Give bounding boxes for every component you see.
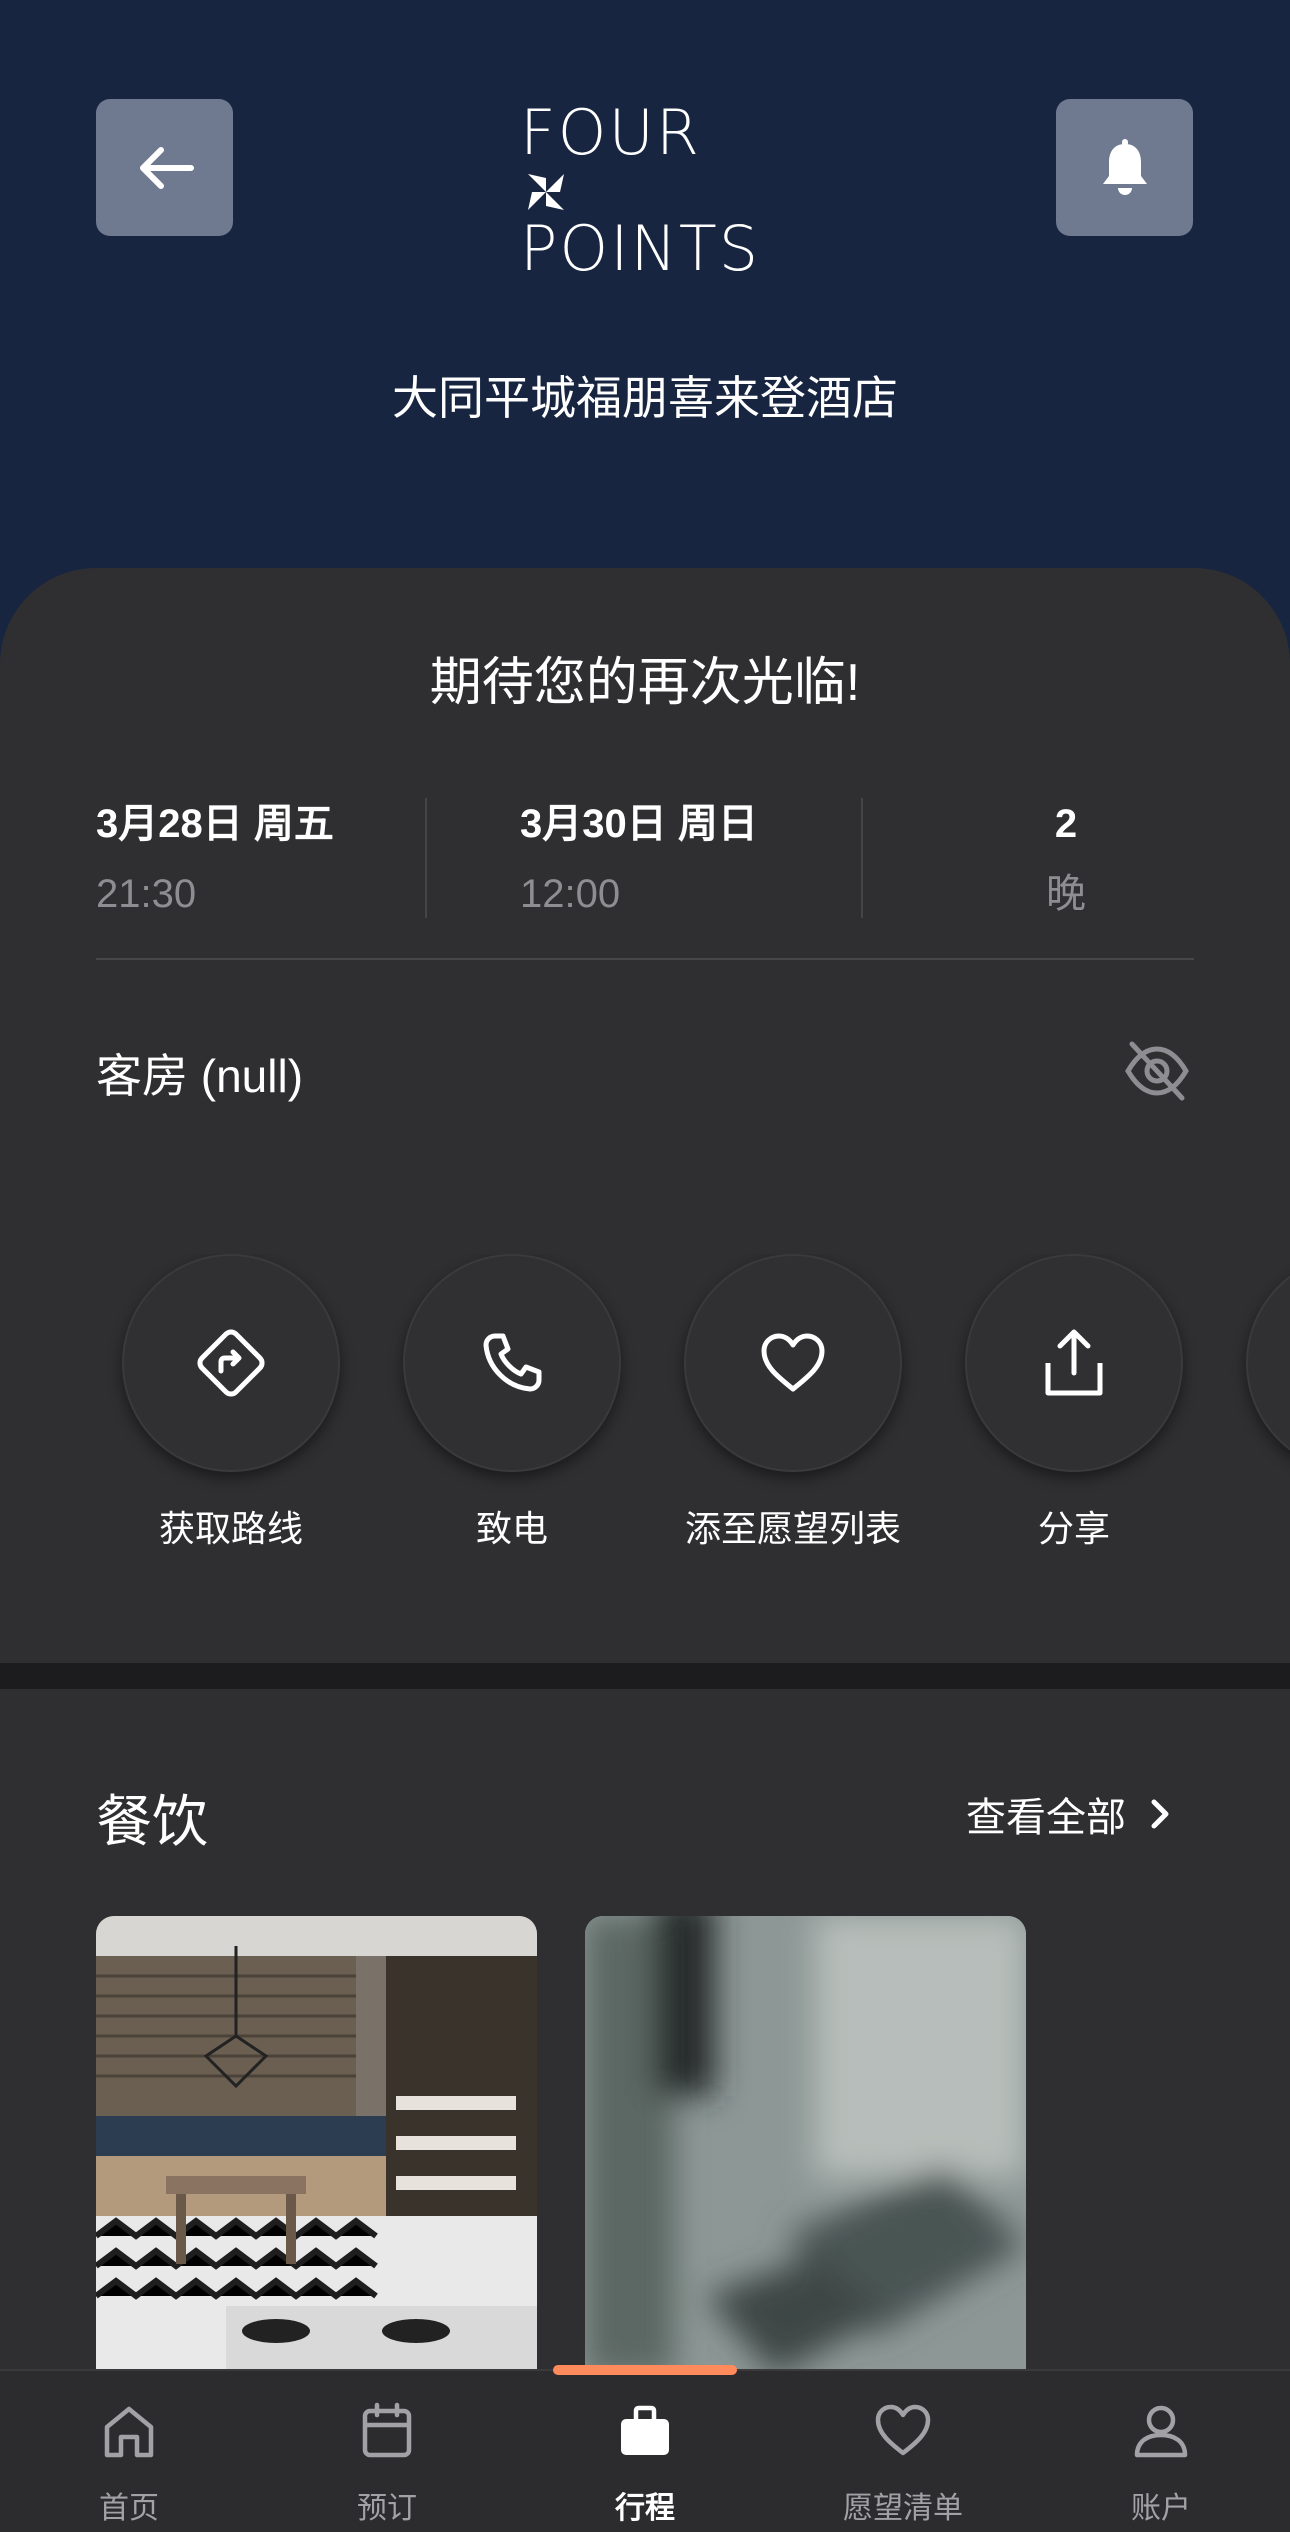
bottom-tab-bar: 首页 预订 行程 愿望清单 账户 xyxy=(0,2365,1290,2532)
more-action-button[interactable] xyxy=(1246,1254,1290,1472)
directions-label: 获取路线 xyxy=(158,1508,303,1549)
restaurant-photo xyxy=(96,1916,537,2376)
dining-section: 餐饮 查看全部 xyxy=(0,1689,1290,2376)
directions-action[interactable]: 获取路线 xyxy=(81,1254,381,1552)
tab-trips-label: 行程 xyxy=(615,2492,675,2525)
chevron-right-icon xyxy=(1151,1799,1169,1829)
tab-account[interactable]: 账户 xyxy=(1032,2371,1290,2532)
logo-line-2: POINTS xyxy=(520,212,761,285)
more-action[interactable] xyxy=(1205,1254,1290,1472)
bar-card-image[interactable] xyxy=(585,1916,1026,2376)
calendar-icon xyxy=(362,2402,412,2458)
arrow-left-icon xyxy=(139,146,194,189)
tab-wishlist[interactable]: 愿望清单 xyxy=(774,2371,1032,2532)
tab-home-label: 首页 xyxy=(99,2492,159,2525)
tab-home[interactable]: 首页 xyxy=(0,2371,258,2532)
checkin-info: 3月28日 周五 21:30 xyxy=(96,796,426,928)
checkin-date: 3月28日 周五 xyxy=(96,802,334,846)
four-points-logo: FOUR POINTS xyxy=(520,102,770,280)
checkout-info: 3月30日 周日 12:00 xyxy=(520,796,850,928)
welcome-message: 期待您的再次光临! xyxy=(429,654,861,712)
room-label: 客房 (null) xyxy=(96,1050,304,1102)
view-all-label: 查看全部 xyxy=(966,1796,1126,1840)
stay-card: 期待您的再次光临! 3月28日 周五 21:30 3月30日 周日 12:00 … xyxy=(0,568,1290,1663)
notifications-button[interactable] xyxy=(1056,99,1193,236)
briefcase-icon xyxy=(621,2405,669,2455)
tab-trips[interactable]: 行程 xyxy=(516,2371,774,2532)
nights-count: 2 xyxy=(1054,802,1078,846)
wishlist-label: 添至愿望列表 xyxy=(684,1508,901,1549)
phone-icon xyxy=(483,1333,542,1392)
checkout-date: 3月30日 周日 xyxy=(520,802,758,846)
restaurant-card-image[interactable] xyxy=(96,1916,537,2376)
divider xyxy=(861,798,863,918)
bell-icon xyxy=(1102,138,1147,195)
hotel-name: 大同平城福朋喜来登酒店 xyxy=(392,372,898,424)
pinwheel-icon xyxy=(528,174,564,210)
quick-actions: 获取路线 致电 添至愿望列表 分享 xyxy=(0,1254,1290,1554)
wishlist-button[interactable] xyxy=(684,1254,902,1472)
divider xyxy=(425,798,427,918)
nights-label: 晚 xyxy=(1046,872,1086,916)
logo-line-1: FOUR xyxy=(520,102,770,220)
checkin-time: 21:30 xyxy=(96,872,197,916)
back-button[interactable] xyxy=(96,99,233,236)
wishlist-action[interactable]: 添至愿望列表 xyxy=(643,1254,943,1552)
call-label: 致电 xyxy=(475,1508,548,1549)
eye-off-icon[interactable] xyxy=(1124,1038,1190,1104)
share-label: 分享 xyxy=(1037,1508,1110,1549)
stay-summary: 3月28日 周五 21:30 3月30日 周日 12:00 2 晚 xyxy=(96,796,1194,928)
directions-icon xyxy=(197,1329,265,1397)
directions-button[interactable] xyxy=(122,1254,340,1472)
heart-icon xyxy=(761,1333,825,1392)
tab-reserve[interactable]: 预订 xyxy=(258,2371,516,2532)
divider xyxy=(96,958,1194,960)
tab-reserve-label: 预订 xyxy=(357,2492,417,2525)
heart-icon xyxy=(875,2404,931,2456)
share-button[interactable] xyxy=(965,1254,1183,1472)
nights-info: 2 晚 xyxy=(996,796,1136,928)
bar-photo xyxy=(585,1916,1026,2376)
checkout-time: 12:00 xyxy=(520,872,621,916)
call-action[interactable]: 致电 xyxy=(362,1254,662,1552)
dining-title: 餐饮 xyxy=(96,1790,208,1853)
share-action[interactable]: 分享 xyxy=(924,1254,1224,1552)
view-all-link[interactable]: 查看全部 xyxy=(966,1785,1172,1843)
home-icon xyxy=(104,2406,154,2458)
section-separator xyxy=(0,1663,1290,1689)
share-icon xyxy=(1045,1329,1103,1396)
tab-wishlist-label: 愿望清单 xyxy=(843,2492,963,2525)
call-button[interactable] xyxy=(403,1254,621,1472)
user-icon xyxy=(1134,2405,1188,2458)
tab-account-label: 账户 xyxy=(1131,2492,1191,2525)
